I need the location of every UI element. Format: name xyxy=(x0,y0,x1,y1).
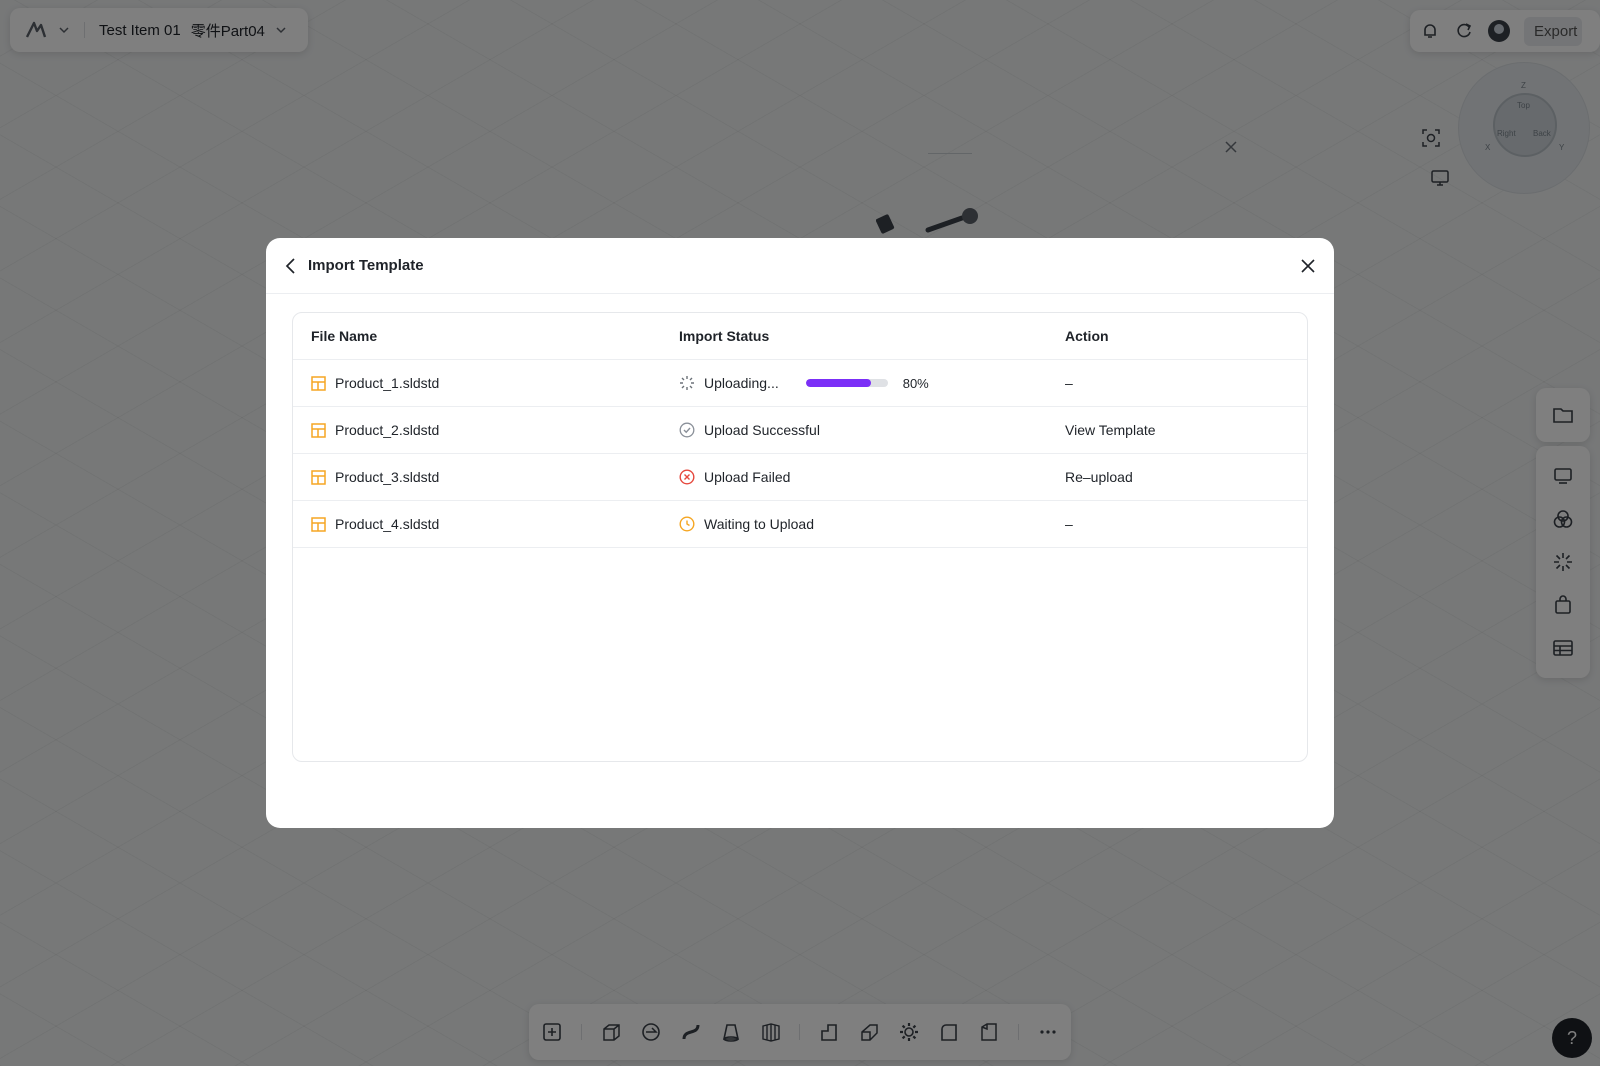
status-cell: Upload Failed xyxy=(679,469,1065,485)
view-template-link[interactable]: View Template xyxy=(1065,422,1307,438)
column-header-file-name: File Name xyxy=(311,328,378,344)
file-cell: Product_1.sldstd xyxy=(293,375,679,391)
status-cell: Waiting to Upload xyxy=(679,516,1065,532)
file-name: Product_2.sldstd xyxy=(335,422,440,438)
template-file-icon xyxy=(311,469,326,485)
dialog-title: Import Template xyxy=(308,257,424,274)
table-row: Product_2.sldstd Upload Successful View … xyxy=(293,407,1307,454)
error-circle-icon xyxy=(679,469,695,485)
file-name: Product_3.sldstd xyxy=(335,469,440,485)
table-header-row: File Name Import Status Action xyxy=(293,313,1307,360)
import-table: File Name Import Status Action Product_1… xyxy=(292,312,1308,762)
back-icon[interactable] xyxy=(284,257,298,275)
table-row: Product_3.sldstd Upload Failed Re–upload xyxy=(293,454,1307,501)
reupload-link[interactable]: Re–upload xyxy=(1065,469,1307,485)
template-file-icon xyxy=(311,516,326,532)
status-text: Uploading... xyxy=(704,375,779,391)
file-cell: Product_3.sldstd xyxy=(293,469,679,485)
dialog-header: Import Template xyxy=(266,238,1334,294)
upload-progress-bar xyxy=(805,379,888,387)
file-name: Product_4.sldstd xyxy=(335,516,440,532)
upload-progress-label: 80% xyxy=(902,375,929,391)
status-text: Waiting to Upload xyxy=(704,516,814,532)
check-circle-icon xyxy=(679,422,695,438)
upload-progress-fill xyxy=(805,379,872,387)
status-text: Upload Successful xyxy=(704,422,820,438)
action-cell: – xyxy=(1065,375,1073,391)
status-cell: Upload Successful xyxy=(679,422,1065,438)
spinner-icon xyxy=(679,375,695,391)
close-icon[interactable] xyxy=(1300,258,1316,274)
file-cell: Product_4.sldstd xyxy=(293,516,679,532)
import-template-dialog: Import Template File Name Import Status … xyxy=(266,238,1334,828)
clock-icon xyxy=(679,516,695,532)
status-text: Upload Failed xyxy=(704,469,791,485)
column-header-import-status: Import Status xyxy=(679,328,770,344)
status-cell: Uploading... 80% xyxy=(679,375,1065,391)
column-header-action: Action xyxy=(1065,328,1109,344)
template-file-icon xyxy=(311,375,326,391)
file-cell: Product_2.sldstd xyxy=(293,422,679,438)
action-cell: – xyxy=(1065,516,1073,532)
template-file-icon xyxy=(311,422,326,438)
table-row: Product_4.sldstd Waiting to Upload – xyxy=(293,501,1307,548)
file-name: Product_1.sldstd xyxy=(335,375,440,391)
table-row: Product_1.sldstd Uploading... 80% – xyxy=(293,360,1307,407)
